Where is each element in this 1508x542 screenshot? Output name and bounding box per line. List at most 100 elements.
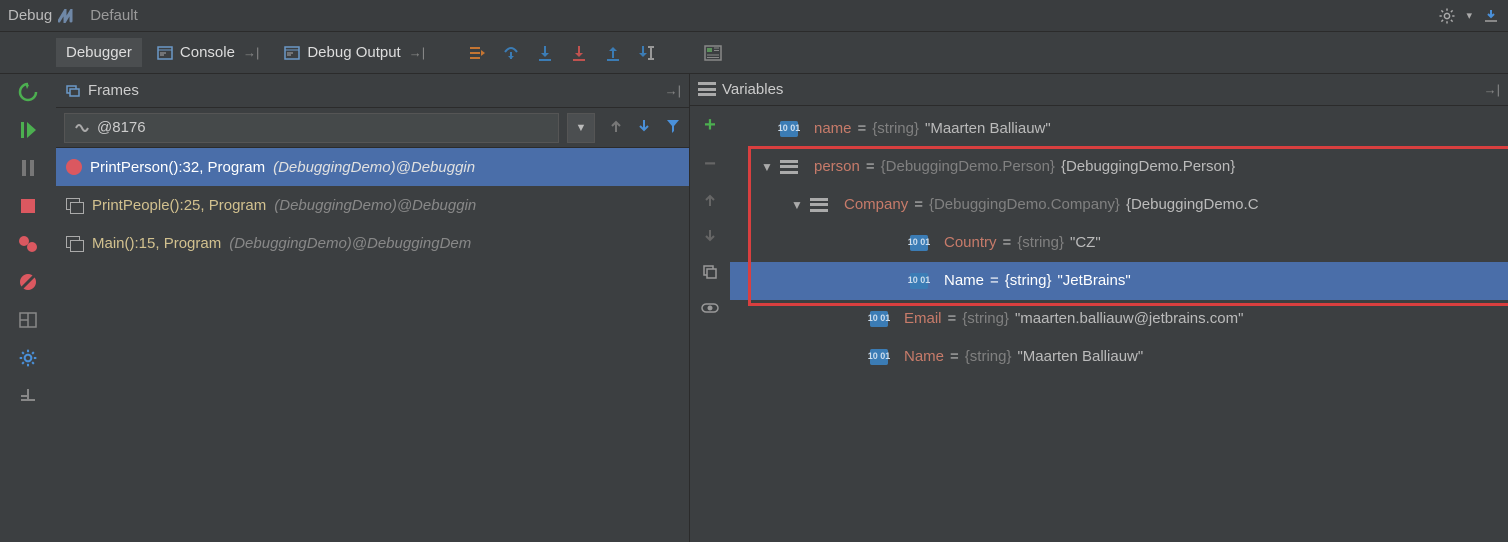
step-over-icon[interactable]	[501, 43, 521, 63]
string-icon: 10 01	[780, 121, 798, 137]
variable-value: "JetBrains"	[1057, 272, 1130, 289]
variable-type: {string}	[1005, 272, 1052, 289]
stop-icon[interactable]	[16, 194, 40, 218]
frame-method: Main():15, Program	[92, 235, 221, 252]
variable-value: {DebuggingDemo.C	[1126, 196, 1259, 213]
tab-debug-output[interactable]: Debug Output →|	[273, 38, 435, 68]
expand-icon[interactable]: ▼	[790, 198, 804, 212]
run-config-name: Default	[90, 7, 138, 24]
frame-list[interactable]: PrintPerson():32, Program (DebuggingDemo…	[56, 148, 689, 542]
variables-gutter: + −	[690, 106, 730, 542]
frame-method: PrintPerson():32, Program	[90, 159, 265, 176]
frames-header: Frames →|	[56, 74, 689, 108]
object-icon	[810, 198, 828, 212]
toolbar: Debugger Console →| Debug Output →|	[0, 32, 1508, 74]
add-watch-icon[interactable]: +	[704, 114, 716, 137]
thread-select[interactable]: @8176	[64, 113, 559, 143]
variable-value: "Maarten Balliauw"	[1017, 348, 1143, 365]
variable-value: "Maarten Balliauw"	[925, 120, 1051, 137]
mute-breakpoints-icon[interactable]	[16, 270, 40, 294]
variables-tree[interactable]: 10 01 name = {string} "Maarten Balliauw" ▼…	[730, 106, 1508, 542]
show-execution-point-icon[interactable]	[467, 43, 487, 63]
popout-icon[interactable]: →|	[665, 83, 681, 98]
tab-debugger[interactable]: Debugger	[56, 38, 142, 67]
step-out-icon[interactable]	[603, 43, 623, 63]
frame-item[interactable]: PrintPeople():25, Program (DebuggingDemo…	[56, 186, 689, 224]
frame-module: (DebuggingDemo)@DebuggingDem	[229, 235, 471, 252]
equals: =	[858, 120, 867, 137]
gear-chevron-icon[interactable]: ▾	[1466, 9, 1472, 22]
variable-name: Company	[844, 196, 908, 213]
popout-icon[interactable]: →|	[243, 45, 259, 60]
frame-module: (DebuggingDemo)@Debuggin	[274, 197, 476, 214]
expand-icon[interactable]: ▼	[760, 160, 774, 174]
settings-icon[interactable]	[16, 346, 40, 370]
frame-method: PrintPeople():25, Program	[92, 197, 266, 214]
debug-title: Debug Default	[8, 7, 138, 24]
stack-icon	[66, 198, 84, 212]
download-icon[interactable]	[1482, 7, 1500, 25]
left-gutter	[0, 74, 56, 542]
dotnet-icon	[58, 9, 78, 23]
variable-name: name	[814, 120, 852, 137]
tab-debug-output-label: Debug Output	[307, 44, 400, 61]
variable-name: Name	[944, 272, 984, 289]
evaluate-expression-icon[interactable]	[703, 43, 723, 63]
variable-row[interactable]: ▼Company = {DebuggingDemo.Company} {Debu…	[730, 186, 1508, 224]
string-icon: 10 01	[910, 273, 928, 289]
move-up-icon	[703, 192, 717, 212]
frames-title: Frames	[88, 82, 657, 99]
variable-row[interactable]: 10 01name = {string} "Maarten Balliauw"	[730, 110, 1508, 148]
variable-name: person	[814, 158, 860, 175]
frames-icon	[64, 82, 82, 100]
tab-console[interactable]: Console →|	[146, 38, 269, 68]
resume-icon[interactable]	[16, 118, 40, 142]
stack-icon	[66, 236, 84, 250]
variable-name: Email	[904, 310, 942, 327]
layout-icon[interactable]	[16, 308, 40, 332]
step-into-icon[interactable]	[535, 43, 555, 63]
copy-icon[interactable]	[702, 264, 718, 284]
run-to-cursor-icon[interactable]	[637, 43, 657, 63]
variable-name: Name	[904, 348, 944, 365]
variable-type: {string}	[1017, 234, 1064, 251]
variables-icon	[698, 82, 716, 96]
pin-icon[interactable]	[16, 384, 40, 408]
string-icon: 10 01	[870, 311, 888, 327]
console-icon	[156, 44, 174, 62]
variable-row[interactable]: 10 01 Name = {string} "JetBrains"	[730, 262, 1508, 300]
debug-output-icon	[283, 44, 301, 62]
variable-row[interactable]: 10 01Name = {string} "Maarten Balliauw"	[730, 338, 1508, 376]
frame-item[interactable]: Main():15, Program (DebuggingDemo)@Debug…	[56, 224, 689, 262]
titlebar: Debug Default ▾	[0, 0, 1508, 32]
view-breakpoints-icon[interactable]	[16, 232, 40, 256]
pause-icon[interactable]	[16, 156, 40, 180]
force-step-into-icon[interactable]	[569, 43, 589, 63]
popout-icon[interactable]: →|	[409, 45, 425, 60]
frame-item[interactable]: PrintPerson():32, Program (DebuggingDemo…	[56, 148, 689, 186]
frames-panel: Frames →| @8176 ▼ PrintPerson():32, Prog…	[56, 74, 690, 542]
variable-row[interactable]: ▼person = {DebuggingDemo.Person} {Debugg…	[730, 148, 1508, 186]
thread-icon	[73, 119, 91, 137]
rerun-icon[interactable]	[16, 80, 40, 104]
popout-icon[interactable]: →|	[1484, 82, 1500, 97]
variable-row[interactable]: 10 01Email = {string} "maarten.balliauw@…	[730, 300, 1508, 338]
variable-name: Country	[944, 234, 997, 251]
variable-value: "maarten.balliauw@jetbrains.com"	[1015, 310, 1243, 327]
filter-icon[interactable]	[665, 118, 681, 138]
variables-title: Variables	[722, 81, 1476, 98]
equals: =	[990, 272, 999, 289]
move-down-icon	[703, 228, 717, 248]
prev-frame-icon[interactable]	[609, 118, 623, 138]
thread-row: @8176 ▼	[56, 108, 689, 148]
thread-name: @8176	[97, 119, 146, 136]
gear-icon[interactable]	[1438, 7, 1456, 25]
show-watches-icon[interactable]	[701, 300, 719, 318]
thread-dropdown-button[interactable]: ▼	[567, 113, 595, 143]
equals: =	[948, 310, 957, 327]
next-frame-icon[interactable]	[637, 118, 651, 138]
variable-type: {DebuggingDemo.Company}	[929, 196, 1120, 213]
variable-row[interactable]: 10 01Country = {string} "CZ"	[730, 224, 1508, 262]
equals: =	[950, 348, 959, 365]
equals: =	[1003, 234, 1012, 251]
